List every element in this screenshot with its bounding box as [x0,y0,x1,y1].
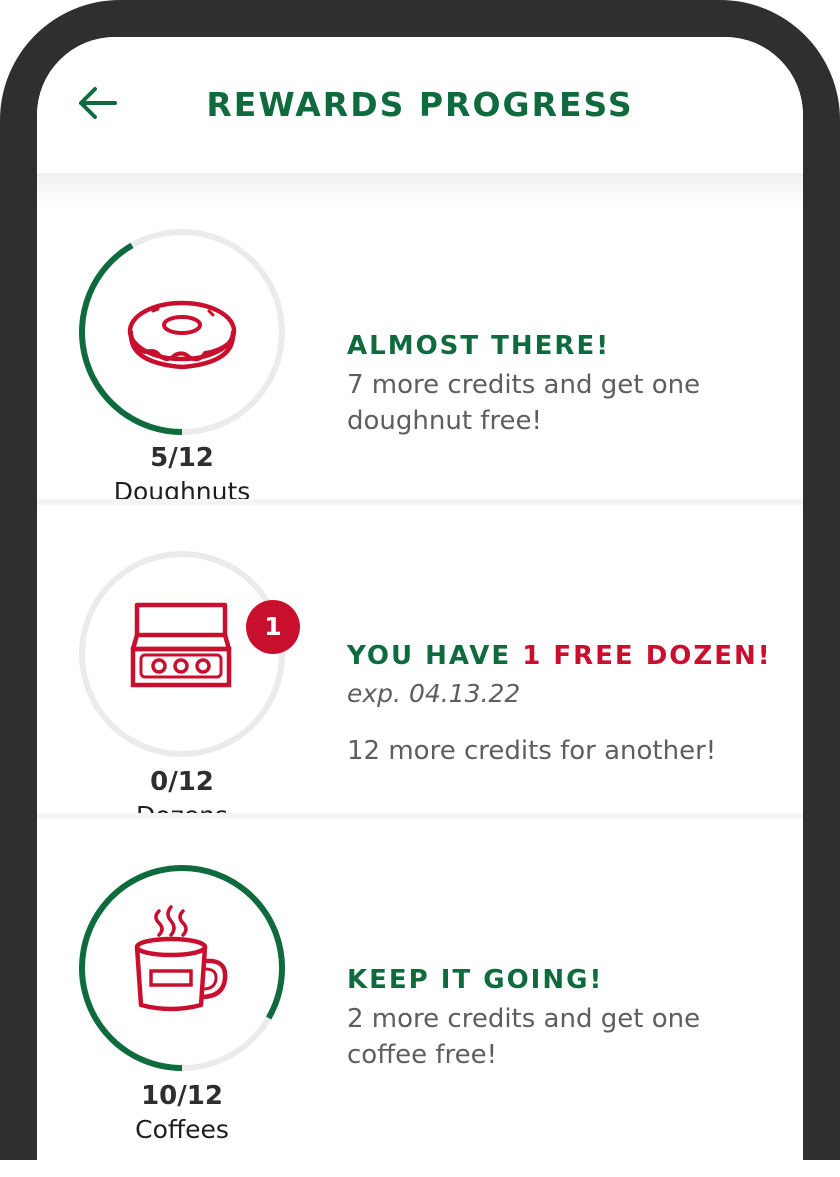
expiry-date: exp. 04.13.22 [347,679,521,708]
headline-prefix: YOU HAVE [347,641,523,671]
count-coffees: 10/12 [141,1081,223,1111]
dozen-box-icon [130,602,232,688]
count-dozens: 0/12 [150,767,214,797]
page-title: REWARDS PROGRESS [206,85,634,124]
message-doughnuts: 7 more credits and get one doughnut free… [347,370,701,436]
headline-dozens: YOU HAVE 1 FREE DOZEN! [347,641,772,671]
header-bar: REWARDS PROGRESS [37,37,803,173]
headline-highlight: 1 FREE DOZEN [522,641,758,671]
phone-frame: REWARDS PROGRESS 5/12 Doughnuts ALMOST T… [0,0,840,1177]
reward-card-dozens[interactable]: 1 0/12 Dozens YOU HAVE 1 FREE DOZEN! exp… [37,505,803,830]
headline-doughnuts: ALMOST THERE! [347,331,611,361]
app-screen: REWARDS PROGRESS 5/12 Doughnuts ALMOST T… [37,37,803,1177]
count-doughnuts: 5/12 [150,443,214,473]
headline-suffix: ! [757,641,772,671]
unit-label-coffees: Coffees [135,1115,229,1144]
reward-card-doughnuts[interactable]: 5/12 Doughnuts ALMOST THERE! 7 more cred… [37,209,803,506]
message-coffees: 2 more credits and get one coffee free! [347,1004,701,1070]
coffee-mug-icon [134,905,228,1012]
header-shadow [37,173,803,209]
reward-card-coffees[interactable]: 10/12 Coffees KEEP IT GOING! 2 more cred… [37,819,803,1149]
message-dozens: 12 more credits for another! [347,736,717,766]
free-reward-badge: 1 [246,600,300,654]
headline-coffees: KEEP IT GOING! [347,965,604,995]
doughnut-icon [127,300,237,370]
